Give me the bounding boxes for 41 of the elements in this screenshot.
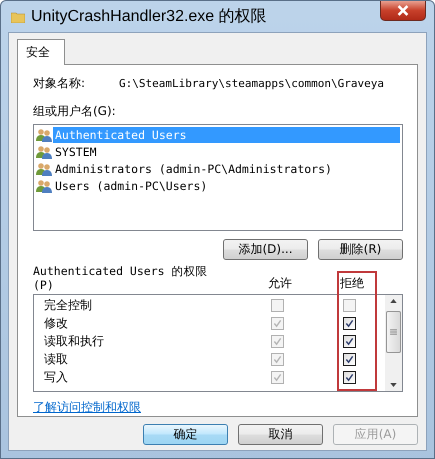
- permission-name: 完全控制: [44, 297, 93, 314]
- scroll-up-icon[interactable]: [390, 298, 397, 303]
- list-action-button[interactable]: 删除(R): [318, 238, 403, 260]
- scroll-thumb[interactable]: [386, 310, 401, 353]
- permission-name: 写入: [44, 369, 69, 386]
- user-list-item[interactable]: Users (admin-PC\Users): [36, 178, 400, 195]
- permission-checkbox[interactable]: [342, 371, 356, 384]
- dialog-button[interactable]: 确定: [143, 424, 228, 445]
- deny-header: 拒绝: [339, 274, 365, 292]
- list-action-button[interactable]: 添加(D)...: [223, 238, 308, 260]
- grip-icon: [390, 328, 397, 335]
- object-name-value: G:\SteamLibrary\steamapps\common\Graveya: [119, 77, 384, 90]
- permissions-label: Authenticated Users 的权限: [33, 264, 208, 278]
- users-icon: [36, 128, 52, 142]
- permission-name: 修改: [44, 315, 69, 332]
- window-title: UnityCrashHandler32.exe 的权限: [31, 7, 267, 27]
- help-link[interactable]: 了解访问控制和权限: [33, 399, 141, 416]
- user-list-item[interactable]: SYSTEM: [36, 144, 400, 161]
- permission-name: 读取: [44, 351, 69, 368]
- users-icon: [36, 179, 52, 194]
- scroll-down-icon[interactable]: [390, 383, 397, 387]
- users-icon: [36, 145, 52, 160]
- close-icon: [396, 5, 410, 16]
- allow-header: 允许: [267, 274, 293, 292]
- close-button[interactable]: [380, 1, 426, 21]
- object-name-label: 对象名称:: [33, 75, 86, 92]
- user-name: Administrators (admin-PC\Administrators): [54, 161, 333, 178]
- scrollbar[interactable]: [385, 294, 402, 391]
- user-name: SYSTEM: [54, 144, 98, 160]
- user-name: Users (admin-PC\Users): [54, 178, 208, 194]
- dialog-button[interactable]: 取消: [238, 424, 323, 445]
- permission-name: 读取和执行: [44, 333, 105, 350]
- folder-icon: [11, 10, 25, 22]
- permission-checkbox[interactable]: [342, 353, 356, 366]
- security-tab[interactable]: 安全: [17, 39, 65, 65]
- permission-checkbox[interactable]: [342, 317, 356, 330]
- groups-label: 组或用户名(G):: [33, 102, 117, 120]
- user-list-item[interactable]: Administrators (admin-PC\Administrators): [36, 160, 400, 178]
- users-icon: [36, 162, 52, 176]
- permission-checkbox[interactable]: [342, 335, 356, 348]
- permissions-access-key: (P): [33, 278, 244, 292]
